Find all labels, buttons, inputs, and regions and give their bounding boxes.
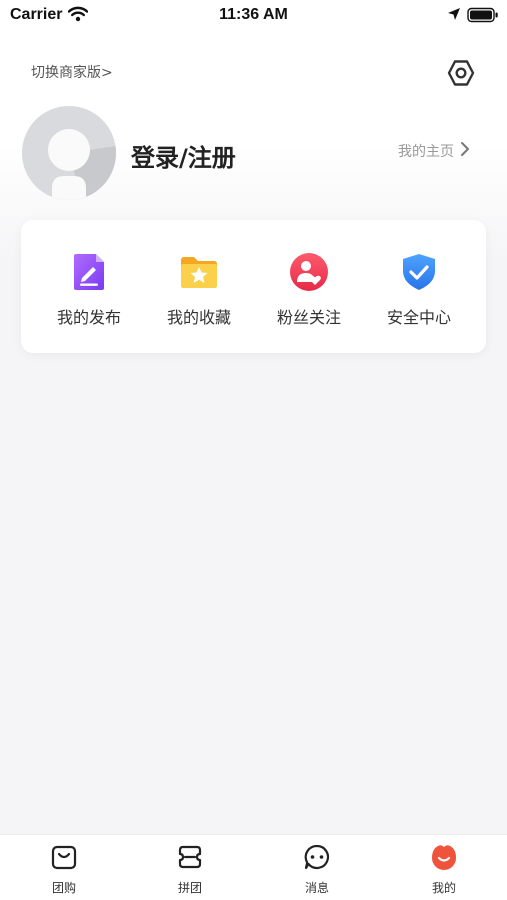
settings-button[interactable] — [444, 58, 478, 92]
login-register-link[interactable]: 登录/注册 — [131, 138, 236, 173]
chevron-right-icon — [460, 141, 470, 161]
chat-bubble-icon — [303, 843, 331, 871]
shield-check-icon — [399, 252, 439, 292]
quick-action-my-posts[interactable]: 我的发布 — [34, 220, 144, 353]
tab-label: 消息 — [304, 881, 329, 895]
settings-hexagon-icon — [446, 58, 476, 92]
quick-action-label: 我的收藏 — [166, 308, 231, 327]
fans-heart-icon — [289, 252, 329, 292]
tab-label: 拼团 — [177, 881, 202, 895]
tab-mine[interactable]: 我的 — [394, 835, 494, 900]
star-folder-icon — [179, 252, 219, 292]
tab-group-deal[interactable]: 拼团 — [140, 835, 240, 900]
group-ticket-icon — [176, 843, 204, 871]
tab-messages[interactable]: 消息 — [267, 835, 367, 900]
quick-action-label: 安全中心 — [386, 308, 451, 327]
quick-actions-card: 我的发布 我的收藏 粉丝关注 安全中心 — [21, 220, 486, 353]
tab-group-buy[interactable]: 团购 — [14, 835, 114, 900]
bottom-tab-bar: 团购 拼团 消息 我的 — [0, 834, 507, 900]
my-homepage-label: 我的主页 — [398, 144, 454, 160]
clock-label: 11:36 AM — [219, 6, 288, 23]
avatar[interactable] — [22, 106, 116, 200]
quick-action-label: 我的发布 — [56, 308, 121, 327]
default-avatar-icon — [22, 106, 116, 200]
location-arrow-icon — [447, 7, 461, 26]
switch-merchant-link[interactable]: 切换商家版> — [31, 62, 113, 82]
status-bar: Carrier 11:36 AM — [0, 0, 507, 30]
shopping-bag-icon — [50, 843, 78, 871]
quick-action-security-center[interactable]: 安全中心 — [364, 220, 474, 353]
my-homepage-link[interactable]: 我的主页 — [398, 141, 470, 161]
edit-document-icon — [69, 252, 109, 292]
profile-face-icon — [430, 843, 458, 871]
quick-action-fans-follow[interactable]: 粉丝关注 — [254, 220, 364, 353]
tab-label: 团购 — [51, 881, 76, 895]
tab-label: 我的 — [431, 881, 456, 895]
battery-icon — [467, 7, 499, 28]
quick-action-label: 粉丝关注 — [276, 308, 341, 327]
quick-action-my-favorites[interactable]: 我的收藏 — [144, 220, 254, 353]
